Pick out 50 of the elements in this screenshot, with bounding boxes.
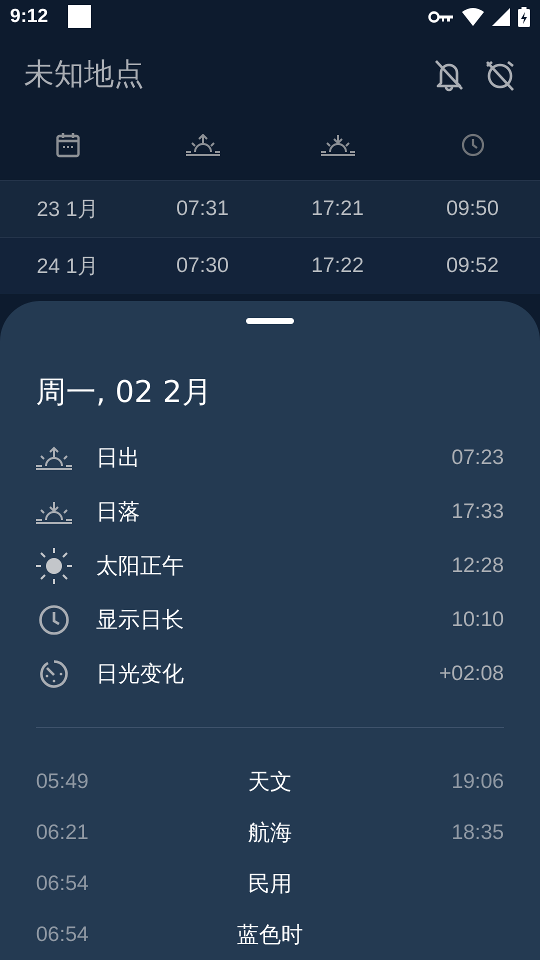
alarm-off-icon[interactable]: [484, 58, 516, 91]
detail-value: 07:23: [451, 446, 504, 470]
twilight-label: 民用: [248, 870, 292, 899]
sunset-icon: [36, 500, 72, 524]
signal-icon: [492, 8, 510, 26]
detail-value: 12:28: [451, 554, 504, 578]
wifi-icon: [462, 8, 484, 26]
sunrise-cell: 07:30: [176, 254, 229, 278]
twilight-start: 06:54: [36, 922, 90, 947]
sunset-icon[interactable]: [320, 134, 354, 156]
key-icon: [428, 10, 454, 24]
sunrise-icon[interactable]: [186, 134, 220, 156]
status-time: 9:12: [10, 6, 48, 28]
day-row[interactable]: 23 1月 07:31 17:21 09:50: [0, 180, 540, 237]
detail-label: 日落: [96, 499, 140, 528]
twilight-start: 06:21: [36, 820, 90, 845]
detail-value: 17:33: [451, 500, 504, 524]
notifications-off-icon[interactable]: [434, 58, 464, 92]
twilight-end: 19:06: [451, 770, 504, 793]
detail-value: +02:08: [439, 662, 504, 686]
twilight-start: 05:49: [36, 770, 90, 794]
date-cell-text: 23 1月: [36, 196, 98, 223]
detail-label: 显示日长: [96, 607, 184, 636]
calendar-icon[interactable]: [56, 132, 80, 158]
sunset-cell: 17:22: [311, 254, 364, 278]
twilight-label: 天文: [248, 768, 292, 797]
day-row[interactable]: 24 1月 07:30 17:22 09:52: [0, 236, 540, 294]
sun-icon: [36, 548, 72, 584]
detail-value: 10:10: [451, 608, 504, 632]
timer-icon: [39, 659, 69, 690]
twilight-start: 06:54: [36, 872, 90, 896]
sunrise-cell: 07:31: [176, 196, 229, 221]
detail-label: 太阳正午: [96, 553, 184, 582]
drag-handle[interactable]: [246, 318, 294, 324]
battery-icon: [518, 6, 530, 27]
day-length-cell: 09:50: [446, 196, 499, 221]
twilight-end: 18:35: [451, 820, 504, 844]
twilight-label: 航海: [248, 820, 292, 848]
twilight-label: 蓝色时: [237, 922, 303, 950]
sunset-cell: 17:21: [311, 196, 364, 221]
location-title: 未知地点: [24, 56, 144, 94]
clock-icon[interactable]: [460, 132, 484, 157]
sunrise-icon: [36, 446, 72, 470]
clock-icon: [38, 604, 70, 636]
day-length-cell: 09:52: [446, 254, 499, 278]
date-cell-text: 24 1月: [36, 254, 98, 280]
notification-icon: [68, 5, 92, 28]
selected-date: 周一, 02 2月: [36, 374, 213, 412]
detail-label: 日光变化: [96, 661, 184, 690]
detail-label: 日出: [96, 445, 140, 474]
